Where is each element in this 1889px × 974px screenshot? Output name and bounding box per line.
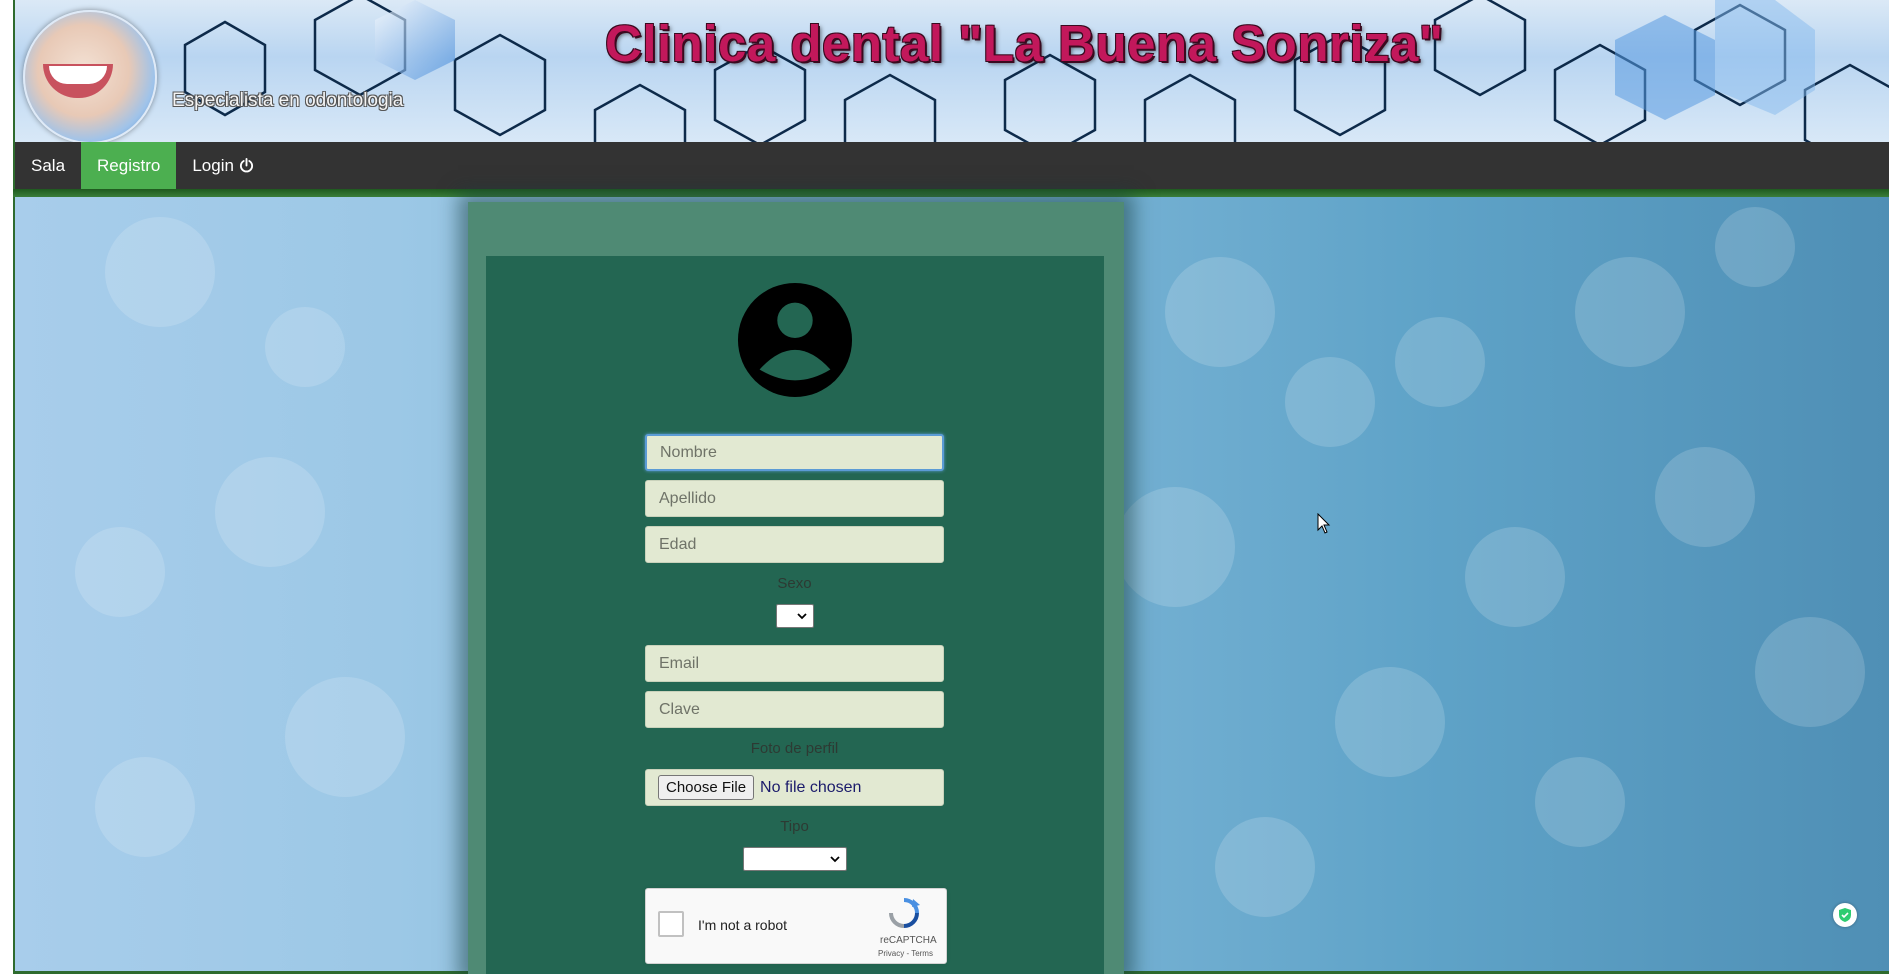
clave-input[interactable] bbox=[645, 691, 944, 728]
main-navbar: Sala Registro Login bbox=[15, 142, 1889, 189]
nav-item-label: Registro bbox=[97, 155, 161, 175]
header-banner: Clinica dental "La Buena Sonriza" Especi… bbox=[15, 0, 1889, 142]
nav-item-sala[interactable]: Sala bbox=[15, 142, 81, 189]
edad-input[interactable] bbox=[645, 526, 944, 563]
recaptcha-checkbox[interactable] bbox=[658, 911, 684, 937]
shield-check-icon bbox=[1839, 908, 1851, 922]
user-avatar-icon bbox=[737, 282, 853, 398]
chevron-down-icon bbox=[830, 856, 840, 863]
security-badge[interactable] bbox=[1833, 903, 1857, 927]
sexo-select[interactable] bbox=[776, 604, 814, 628]
smile-teeth bbox=[49, 66, 107, 84]
nav-item-registro[interactable]: Registro bbox=[81, 142, 177, 189]
power-icon bbox=[239, 158, 254, 173]
foto-file-input[interactable]: Choose File No file chosen bbox=[645, 769, 944, 806]
choose-file-button[interactable]: Choose File bbox=[658, 775, 755, 800]
foto-label: Foto de perfil bbox=[750, 740, 839, 757]
recaptcha-links[interactable]: Privacy - Terms bbox=[878, 949, 933, 958]
email-input[interactable] bbox=[645, 645, 944, 682]
chevron-down-icon bbox=[797, 613, 807, 620]
nav-item-label: Sala bbox=[31, 155, 66, 175]
nombre-input[interactable] bbox=[645, 434, 944, 471]
recaptcha-logo-icon bbox=[889, 898, 920, 928]
clinic-logo bbox=[23, 10, 157, 142]
nav-item-label: Login bbox=[192, 155, 234, 175]
nav-item-login[interactable]: Login bbox=[176, 142, 270, 189]
tipo-label: Tipo bbox=[780, 818, 809, 835]
file-status-text: No file chosen bbox=[760, 778, 862, 796]
tipo-select[interactable] bbox=[743, 847, 847, 871]
nav-divider bbox=[13, 189, 1889, 197]
apellido-input[interactable] bbox=[645, 480, 944, 517]
mouse-cursor-icon bbox=[1317, 513, 1331, 534]
site-subtitle: Especialista en odontologia bbox=[172, 90, 404, 111]
recaptcha-label: I'm not a robot bbox=[698, 917, 788, 933]
sexo-label: Sexo bbox=[777, 575, 812, 592]
recaptcha-widget: I'm not a robot reCAPTCHA Privacy - Term… bbox=[645, 888, 947, 964]
site-title: Clinica dental "La Buena Sonriza" bbox=[605, 15, 1444, 72]
recaptcha-brand: reCAPTCHA bbox=[880, 935, 937, 946]
